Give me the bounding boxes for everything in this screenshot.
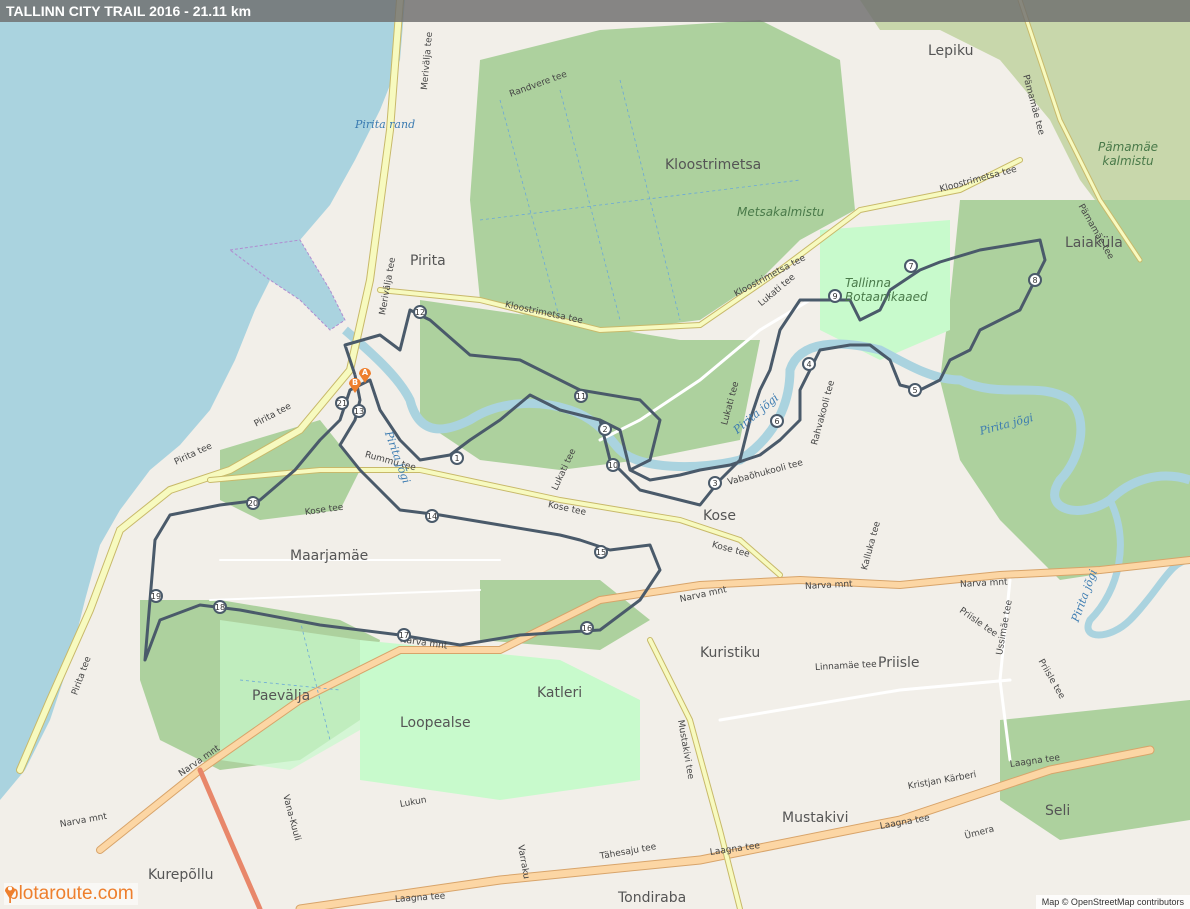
route-marker-6[interactable]: 6 xyxy=(770,414,784,428)
place-kurepollu: Kurepõllu xyxy=(148,867,214,883)
route-marker-12[interactable]: 12 xyxy=(413,305,427,319)
route-marker-15[interactable]: 15 xyxy=(594,545,608,559)
place-pamamae-kalmistu: Pämamäe kalmistu xyxy=(1098,140,1159,168)
route-marker-17[interactable]: 17 xyxy=(397,628,411,642)
finish-pin-label: B xyxy=(352,378,358,387)
place-seli: Seli xyxy=(1045,803,1071,819)
map-view[interactable]: Lepiku Kloostrimetsa Pirita Laiaküla Kos… xyxy=(0,0,1190,909)
route-marker-18[interactable]: 18 xyxy=(213,600,227,614)
route-marker-16[interactable]: 16 xyxy=(580,621,594,635)
place-loopealse: Loopealse xyxy=(400,715,471,731)
route-marker-10[interactable]: 10 xyxy=(606,458,620,472)
route-marker-8[interactable]: 8 xyxy=(1028,273,1042,287)
route-marker-1[interactable]: 1 xyxy=(450,451,464,465)
place-priisle: Priisle xyxy=(878,655,920,671)
place-kloostrimetsa: Kloostrimetsa xyxy=(665,157,762,173)
route-marker-19[interactable]: 19 xyxy=(149,589,163,603)
finish-pin-icon[interactable]: B xyxy=(348,375,362,393)
plotaroute-logo[interactable]: plotaroute.com xyxy=(4,883,138,905)
forest-seli xyxy=(1000,700,1190,840)
place-tondiraba: Tondiraba xyxy=(618,890,687,906)
route-marker-13[interactable]: 13 xyxy=(352,404,366,418)
place-pirita: Pirita xyxy=(410,253,446,269)
route-marker-2[interactable]: 2 xyxy=(598,422,612,436)
title-bar: TALLINN CITY TRAIL 2016 - 21.11 km xyxy=(0,0,1190,22)
route-marker-5[interactable]: 5 xyxy=(908,383,922,397)
place-paevalja: Paevälja xyxy=(252,688,311,704)
logo-pin-icon xyxy=(5,886,15,899)
route-marker-9[interactable]: 9 xyxy=(828,289,842,303)
map-title: TALLINN CITY TRAIL 2016 - 21.11 km xyxy=(6,3,252,19)
route-marker-14[interactable]: 14 xyxy=(425,509,439,523)
place-mustakivi: Mustakivi xyxy=(782,810,849,826)
place-maarjamae: Maarjamäe xyxy=(290,548,369,564)
route-marker-11[interactable]: 11 xyxy=(574,389,588,403)
route-marker-7[interactable]: 7 xyxy=(904,259,918,273)
place-botaanikaaed: Tallinna Botaanikaaed xyxy=(845,276,928,304)
place-pirita-rand: Pirita rand xyxy=(355,118,416,131)
place-lepiku: Lepiku xyxy=(928,43,974,59)
place-kuristiku: Kuristiku xyxy=(700,645,761,661)
route-marker-20[interactable]: 20 xyxy=(246,496,260,510)
route-marker-3[interactable]: 3 xyxy=(708,476,722,490)
place-kose: Kose xyxy=(703,508,736,524)
route-marker-21[interactable]: 21 xyxy=(335,396,349,410)
start-pin-label: A xyxy=(362,368,369,377)
map-attribution: Map © OpenStreetMap contributors xyxy=(1035,895,1190,909)
logo-text: plotaroute.com xyxy=(8,883,134,904)
route-marker-4[interactable]: 4 xyxy=(802,357,816,371)
place-katleri: Katleri xyxy=(537,685,583,701)
place-metsakalmistu: Metsakalmistu xyxy=(737,205,825,219)
